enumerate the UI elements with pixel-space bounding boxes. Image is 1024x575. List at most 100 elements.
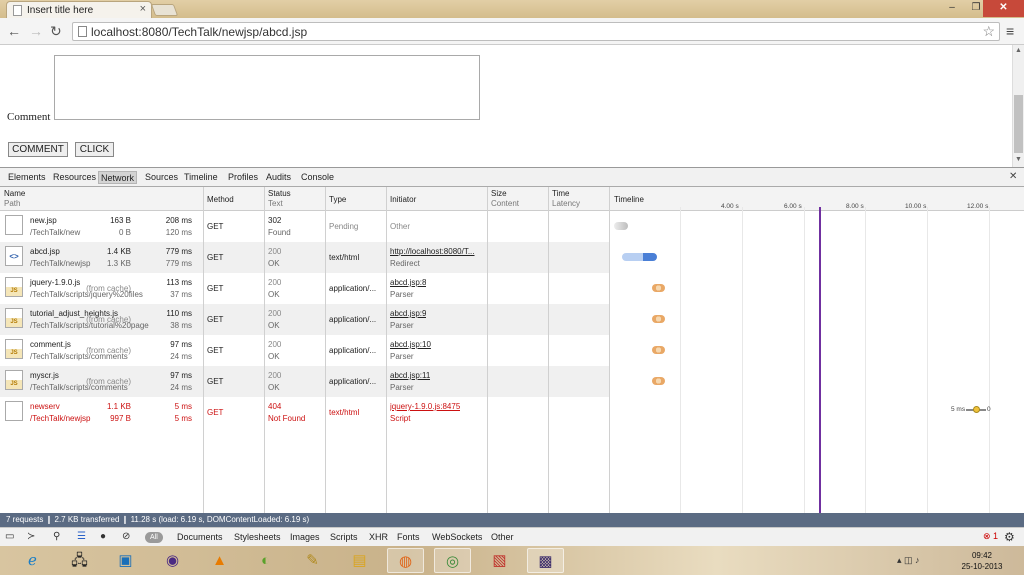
timeline-bar[interactable] — [966, 406, 986, 413]
search-icon[interactable]: ⚲ — [53, 531, 60, 542]
request-type: application/... — [329, 346, 377, 355]
tab-sources[interactable]: Sources — [143, 171, 180, 184]
tab-timeline[interactable]: Timeline — [182, 171, 220, 184]
ie-icon[interactable]: ℯ — [14, 548, 51, 573]
scrollbar-thumb[interactable] — [1014, 95, 1023, 153]
tab-elements[interactable]: Elements — [6, 171, 48, 184]
col-size-header[interactable]: Size — [491, 189, 507, 198]
tab-network[interactable]: Network — [98, 171, 138, 184]
url-text[interactable]: localhost:8080/TechTalk/newjsp/abcd.jsp — [91, 25, 307, 39]
filter-all-button[interactable]: All — [145, 532, 163, 543]
table-row[interactable]: <> abcd.jsp/TechTalk/newjsp GET 200 OK text/h… — [0, 242, 610, 273]
request-name: jquery-1.9.0.js — [30, 278, 81, 287]
devtools-close-icon[interactable]: ✕ — [1009, 171, 1017, 182]
minimize-button[interactable]: – — [940, 0, 964, 17]
chrome-icon[interactable]: ◎ — [434, 548, 471, 573]
timeline-bar[interactable] — [652, 284, 665, 292]
table-row[interactable]: JS myscr.js/TechTalk/scripts/comments GET 2… — [0, 366, 610, 397]
list-view-icon[interactable]: ☰ — [77, 531, 86, 542]
comment-textarea[interactable] — [54, 55, 480, 120]
request-initiator[interactable]: abcd.jsp:11 — [390, 371, 430, 380]
filter-websockets[interactable]: WebSockets — [432, 532, 482, 542]
folder-icon[interactable]: ▤ — [341, 548, 378, 573]
store-icon[interactable]: ▣ — [107, 548, 144, 573]
filter-documents[interactable]: Documents — [177, 532, 223, 542]
filter-xhr[interactable]: XHR — [369, 532, 388, 542]
network-drive-icon[interactable]: 🖧 — [61, 548, 98, 573]
idea-icon[interactable]: ▩ — [527, 548, 564, 573]
firefox-icon[interactable]: ◍ — [387, 548, 424, 573]
scroll-down-icon[interactable]: ▼ — [1015, 156, 1022, 163]
tab-audits[interactable]: Audits — [264, 171, 293, 184]
page-icon — [78, 26, 87, 37]
request-initiator[interactable]: abcd.jsp:9 — [390, 309, 426, 318]
system-tray-icons[interactable]: ▴ ◫ ♪ — [897, 555, 920, 566]
clock-time: 09:42 — [971, 551, 993, 560]
col-method-header[interactable]: Method — [207, 195, 234, 204]
timeline-bar[interactable] — [652, 315, 665, 323]
scroll-up-icon[interactable]: ▲ — [1015, 47, 1022, 54]
reload-icon[interactable]: ↻ — [50, 23, 62, 40]
col-latency-header[interactable]: Latency — [552, 199, 580, 208]
vlc-icon[interactable]: ▲ — [201, 548, 238, 573]
close-tab-icon[interactable]: × — [140, 3, 146, 15]
record-icon[interactable]: ● — [100, 531, 106, 542]
col-timeline-header[interactable]: Timeline — [614, 195, 644, 204]
filter-scripts[interactable]: Scripts — [330, 532, 358, 542]
dock-icon[interactable]: ▭ — [5, 531, 14, 542]
comment-button[interactable]: COMMENT — [8, 142, 68, 157]
tab-profiles[interactable]: Profiles — [226, 171, 260, 184]
timeline-bar[interactable] — [652, 377, 665, 385]
console-drawer-icon[interactable]: ≻ — [27, 531, 35, 542]
request-initiator[interactable]: abcd.jsp:8 — [390, 278, 426, 287]
request-initiator[interactable]: http://localhost:8080/T... — [390, 247, 475, 256]
page-scrollbar[interactable]: ▲ ▼ — [1012, 45, 1024, 167]
col-status-header[interactable]: Status — [268, 189, 291, 198]
col-name-header[interactable]: Name — [4, 189, 25, 198]
pen-app-icon[interactable]: ✎ — [294, 548, 331, 573]
app-icon[interactable]: ◐ — [247, 548, 284, 573]
forward-arrow-icon[interactable]: → — [29, 23, 43, 39]
request-content-size: 997 B — [110, 414, 131, 423]
table-row[interactable]: JS jquery-1.9.0.js/TechTalk/scripts/jquer… — [0, 273, 610, 304]
browser-tab[interactable]: Insert title here × — [6, 1, 152, 18]
filter-stylesheets[interactable]: Stylesheets — [234, 532, 281, 542]
timeline-bar[interactable] — [622, 253, 657, 261]
clear-icon[interactable]: ⊘ — [122, 531, 130, 542]
col-content-header[interactable]: Content — [491, 199, 519, 208]
table-row[interactable]: new.jsp/TechTalk/new GET 302 Found Pending Ot… — [0, 211, 610, 242]
gear-icon[interactable]: ⚙ — [1004, 530, 1015, 544]
menu-icon[interactable]: ≡ — [1006, 23, 1014, 39]
table-row[interactable]: JS comment.js/TechTalk/scripts/comments GE… — [0, 335, 610, 366]
col-path-header[interactable]: Path — [4, 199, 20, 208]
timeline-bar[interactable] — [652, 346, 665, 354]
timeline-bar-dot — [973, 406, 980, 413]
request-initiator[interactable]: abcd.jsp:10 — [390, 340, 431, 349]
address-bar[interactable]: localhost:8080/TechTalk/newjsp/abcd.jsp … — [72, 22, 1000, 41]
timeline-gridline — [989, 207, 990, 513]
js-icon: JS — [5, 370, 23, 390]
eclipse-icon[interactable]: ◉ — [154, 548, 191, 573]
request-initiator[interactable]: jquery-1.9.0.js:8475 — [390, 402, 460, 411]
error-count-badge[interactable]: ⊗ 1 — [983, 531, 998, 542]
clock[interactable]: 09:42 25-10-2013 — [956, 550, 1008, 572]
filter-other[interactable]: Other — [491, 532, 514, 542]
filter-fonts[interactable]: Fonts — [397, 532, 420, 542]
col-type-header[interactable]: Type — [329, 195, 346, 204]
request-time: 97 ms — [170, 371, 192, 380]
filter-images[interactable]: Images — [290, 532, 320, 542]
click-button[interactable]: CLICK — [75, 142, 114, 157]
table-row[interactable]: newserv/TechTalk/newjsp GET 404 Not Found te… — [0, 397, 610, 428]
col-initiator-header[interactable]: Initiator — [390, 195, 416, 204]
close-window-button[interactable]: ✕ — [983, 0, 1024, 17]
tab-resources[interactable]: Resources — [51, 171, 98, 184]
tab-console[interactable]: Console — [299, 171, 336, 184]
table-row[interactable]: JS tutorial_adjust_heights.js/TechTalk/sc… — [0, 304, 610, 335]
bookmark-star-icon[interactable]: ☆ — [982, 23, 995, 40]
new-tab-button[interactable] — [150, 4, 179, 16]
timeline-bar[interactable] — [614, 222, 628, 230]
col-text-header[interactable]: Text — [268, 199, 283, 208]
back-arrow-icon[interactable]: ← — [7, 23, 21, 39]
acrobat-icon[interactable]: ▧ — [481, 548, 518, 573]
col-time-header[interactable]: Time — [552, 189, 569, 198]
